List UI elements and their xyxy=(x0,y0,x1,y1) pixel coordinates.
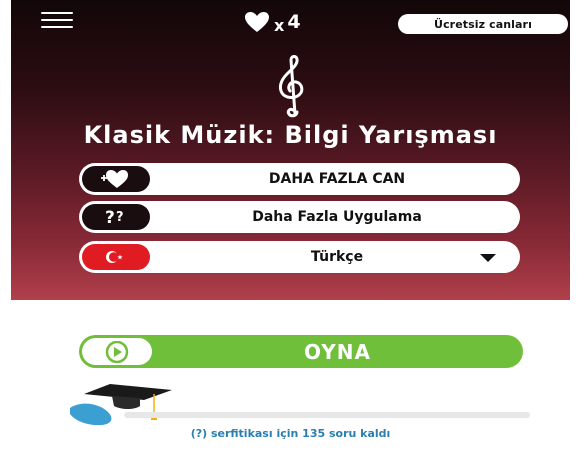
question-icon: ? ? xyxy=(105,208,124,228)
treble-clef-icon xyxy=(278,55,304,118)
svg-text:?: ? xyxy=(116,210,124,225)
more-lives-button[interactable]: DAHA FAZLA CAN xyxy=(79,163,520,195)
certificate-progress xyxy=(124,412,530,418)
play-label: OYNA xyxy=(304,339,371,364)
heart-plus-icon xyxy=(101,170,128,188)
language-select[interactable]: Türkçe xyxy=(79,241,520,273)
app-title: Klasik Müzik: Bilgi Yarışması xyxy=(83,121,498,149)
lives-indicator: x 4 xyxy=(244,9,301,35)
graduation-cap-icon xyxy=(70,384,172,426)
question-badge: ? ? xyxy=(82,204,150,230)
language-label: Türkçe xyxy=(310,249,364,265)
svg-text:?: ? xyxy=(105,208,115,228)
lives-count: 4 xyxy=(287,11,301,33)
heart-icon xyxy=(245,12,269,32)
lives-multiplier: x xyxy=(274,15,285,35)
chevron-down-icon xyxy=(480,254,496,262)
play-icon xyxy=(105,340,129,363)
free-lives-button[interactable]: Ücretsiz canları xyxy=(398,14,568,34)
more-lives-label: DAHA FAZLA CAN xyxy=(268,171,406,187)
more-apps-button[interactable]: ? ? Daha Fazla Uygulama xyxy=(79,201,520,233)
turkey-flag-icon xyxy=(106,251,123,263)
play-button[interactable]: OYNA xyxy=(79,335,523,368)
flag-badge xyxy=(82,244,150,270)
more-apps-label: Daha Fazla Uygulama xyxy=(252,209,422,225)
heart-plus-badge xyxy=(82,166,150,192)
menu-icon[interactable] xyxy=(41,12,73,28)
play-badge xyxy=(82,338,152,365)
certificate-status: (?) serfitikası için 135 soru kaldı xyxy=(190,427,391,440)
